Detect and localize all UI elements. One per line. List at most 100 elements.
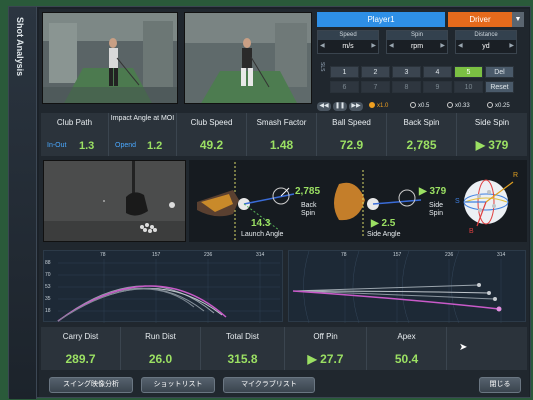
metric-apex: Apex 50.4 [367, 327, 447, 370]
radio-icon [369, 102, 375, 109]
distance-unit-selector[interactable]: Distance ◀ yd ▶ [455, 30, 517, 54]
metric-value: 1.3 [79, 140, 95, 152]
reset-button[interactable]: Reset [485, 81, 514, 93]
rewind-icon[interactable]: ◀◀ [317, 102, 331, 111]
launch-angle-value: 14.3 [251, 218, 271, 229]
shot-button-3[interactable]: 3 [392, 66, 421, 78]
side-angle-label: Side Angle [367, 231, 401, 238]
arrow-right-icon: ▶ [475, 138, 485, 152]
sidebar-title: Shot Analysis [15, 17, 25, 77]
metric-title: Total Dist [226, 332, 259, 341]
metric-title: Club Speed [190, 118, 233, 127]
shot-button-2[interactable]: 2 [361, 66, 390, 78]
y-tick: 35 [45, 296, 51, 302]
metric-value: 315.8 [227, 352, 258, 366]
x-tick: 236 [204, 252, 213, 258]
metric-title: Carry Dist [62, 332, 99, 341]
my-club-list-button[interactable]: マイクラブリスト [223, 377, 315, 393]
metric-title: Back Spin [403, 118, 440, 127]
launch-visuals: 2,785 Back Spin 14.3 Launch Angle ▶ 379 … [189, 160, 527, 242]
metric-title: Club Path [56, 118, 93, 127]
back-spin-label: Back Spin [301, 202, 317, 217]
speed-unit-value: m/s [342, 43, 354, 50]
impact-video[interactable] [43, 160, 186, 242]
shot-button-4[interactable]: 4 [423, 66, 452, 78]
fast-forward-icon[interactable]: ▶▶ [349, 102, 363, 111]
radio-icon [487, 102, 493, 109]
axis-b-label: B [469, 228, 474, 235]
side-angle-value: ▶ 2.5 [371, 218, 396, 229]
club-button[interactable]: Driver [448, 12, 512, 27]
metric-smash-factor: Smash Factor 1.48 [247, 113, 317, 156]
chevron-right-icon[interactable]: ▶ [371, 40, 376, 53]
metric-title: Ball Speed [332, 118, 371, 127]
playback-bar: ◀◀ ❚❚ ▶▶ x1.0 x0.5 x0.33 x0.25 [317, 102, 527, 112]
chevron-right-icon[interactable]: ▶ [509, 40, 514, 53]
speed-x025-radio[interactable]: x0.25 [487, 102, 510, 111]
metric-value: 50.4 [394, 352, 419, 366]
axis-s-label: S [455, 198, 460, 205]
metric-value: 379 [488, 138, 509, 152]
spin-unit-selector[interactable]: Spin ◀ rpm ▶ [386, 30, 448, 54]
club-dropdown-icon[interactable]: ▼ [512, 12, 524, 27]
metric-side-spin: Side Spin ▶ 379 [457, 113, 527, 156]
metric-value: 49.2 [199, 138, 224, 152]
trajectory-top-graph[interactable]: 78 157 236 314 [288, 250, 526, 323]
shot-button-10[interactable]: 10 [454, 81, 483, 93]
metric-value: 289.7 [65, 352, 96, 366]
axis-r-label: R [513, 172, 519, 179]
trajectory-side-graph[interactable]: 78 157 236 314 88 70 53 35 18 [43, 250, 283, 323]
x-tick: 78 [341, 252, 347, 258]
shot-button-8[interactable]: 8 [392, 81, 421, 93]
shot-list-button[interactable]: ショットリスト [141, 377, 215, 393]
metric-sub: In-Out [47, 142, 67, 149]
metric-title: Side Spin [474, 118, 510, 127]
metric-title: Smash Factor [256, 118, 307, 127]
metric-value: 27.7 [320, 352, 344, 366]
player-button[interactable]: Player1 [317, 12, 445, 27]
metric-carry-dist: Carry Dist 289.7 [41, 327, 121, 370]
metric-value: 72.9 [339, 138, 364, 152]
shot-controls: Player1 Driver ▼ Speed ◀ m/s ▶ Spin ◀ rpm ▶ … [317, 12, 527, 112]
speed-x1-radio[interactable]: x1.0 [369, 102, 388, 111]
close-button[interactable]: 閉じる [479, 377, 521, 393]
chevron-right-icon[interactable]: ▶ [440, 40, 445, 53]
x-tick: 157 [393, 252, 402, 258]
metric-title: Run Dist [145, 332, 176, 341]
chevron-left-icon[interactable]: ◀ [320, 40, 325, 53]
chevron-left-icon[interactable]: ◀ [458, 40, 463, 53]
impact-metrics: Club Path In-Out 1.3 Impact Angle at MOI… [41, 113, 527, 156]
shot-button-9[interactable]: 9 [423, 81, 452, 93]
x-tick: 157 [152, 252, 161, 258]
metric-club-path: Club Path In-Out 1.3 [41, 113, 109, 156]
side-spin-label: Side Spin [429, 202, 444, 217]
speed-x033-radio[interactable]: x0.33 [447, 102, 470, 111]
radio-icon [410, 102, 416, 109]
camera-view-front[interactable] [42, 12, 178, 104]
shot-analysis-tab[interactable]: Shot Analysis [9, 7, 37, 399]
metric-impact-angle: Impact Angle at MOI Opend 1.2 [109, 113, 177, 156]
x-tick: 314 [256, 252, 265, 258]
speed-unit-selector[interactable]: Speed ◀ m/s ▶ [317, 30, 379, 54]
metric-ball-speed: Ball Speed 72.9 [317, 113, 387, 156]
camera-view-side[interactable] [184, 12, 312, 104]
speed-unit-label: Speed [318, 31, 378, 40]
back-spin-value: 2,785 [295, 186, 321, 197]
shot-button-1[interactable]: 1 [330, 66, 359, 78]
speed-x05-radio[interactable]: x0.5 [410, 102, 429, 111]
x-tick: 314 [497, 252, 506, 258]
delete-button[interactable]: Del [485, 66, 514, 78]
radio-icon [447, 102, 453, 109]
side-spin-value: ▶ 379 [419, 186, 447, 197]
y-tick: 18 [45, 308, 51, 314]
metric-back-spin: Back Spin 2,785 [387, 113, 457, 156]
chevron-left-icon[interactable]: ◀ [389, 40, 394, 53]
shot-button-7[interactable]: 7 [361, 81, 390, 93]
spin-unit-value: rpm [410, 43, 424, 50]
pause-icon[interactable]: ❚❚ [333, 102, 347, 111]
swing-video-analysis-button[interactable]: スイング映像分析 [49, 377, 133, 393]
shot-button-5[interactable]: 5 [454, 66, 483, 78]
metric-total-dist: Total Dist 315.8 [201, 327, 285, 370]
shot-button-6[interactable]: 6 [330, 81, 359, 93]
arrow-right-icon: ▶ [307, 352, 317, 366]
